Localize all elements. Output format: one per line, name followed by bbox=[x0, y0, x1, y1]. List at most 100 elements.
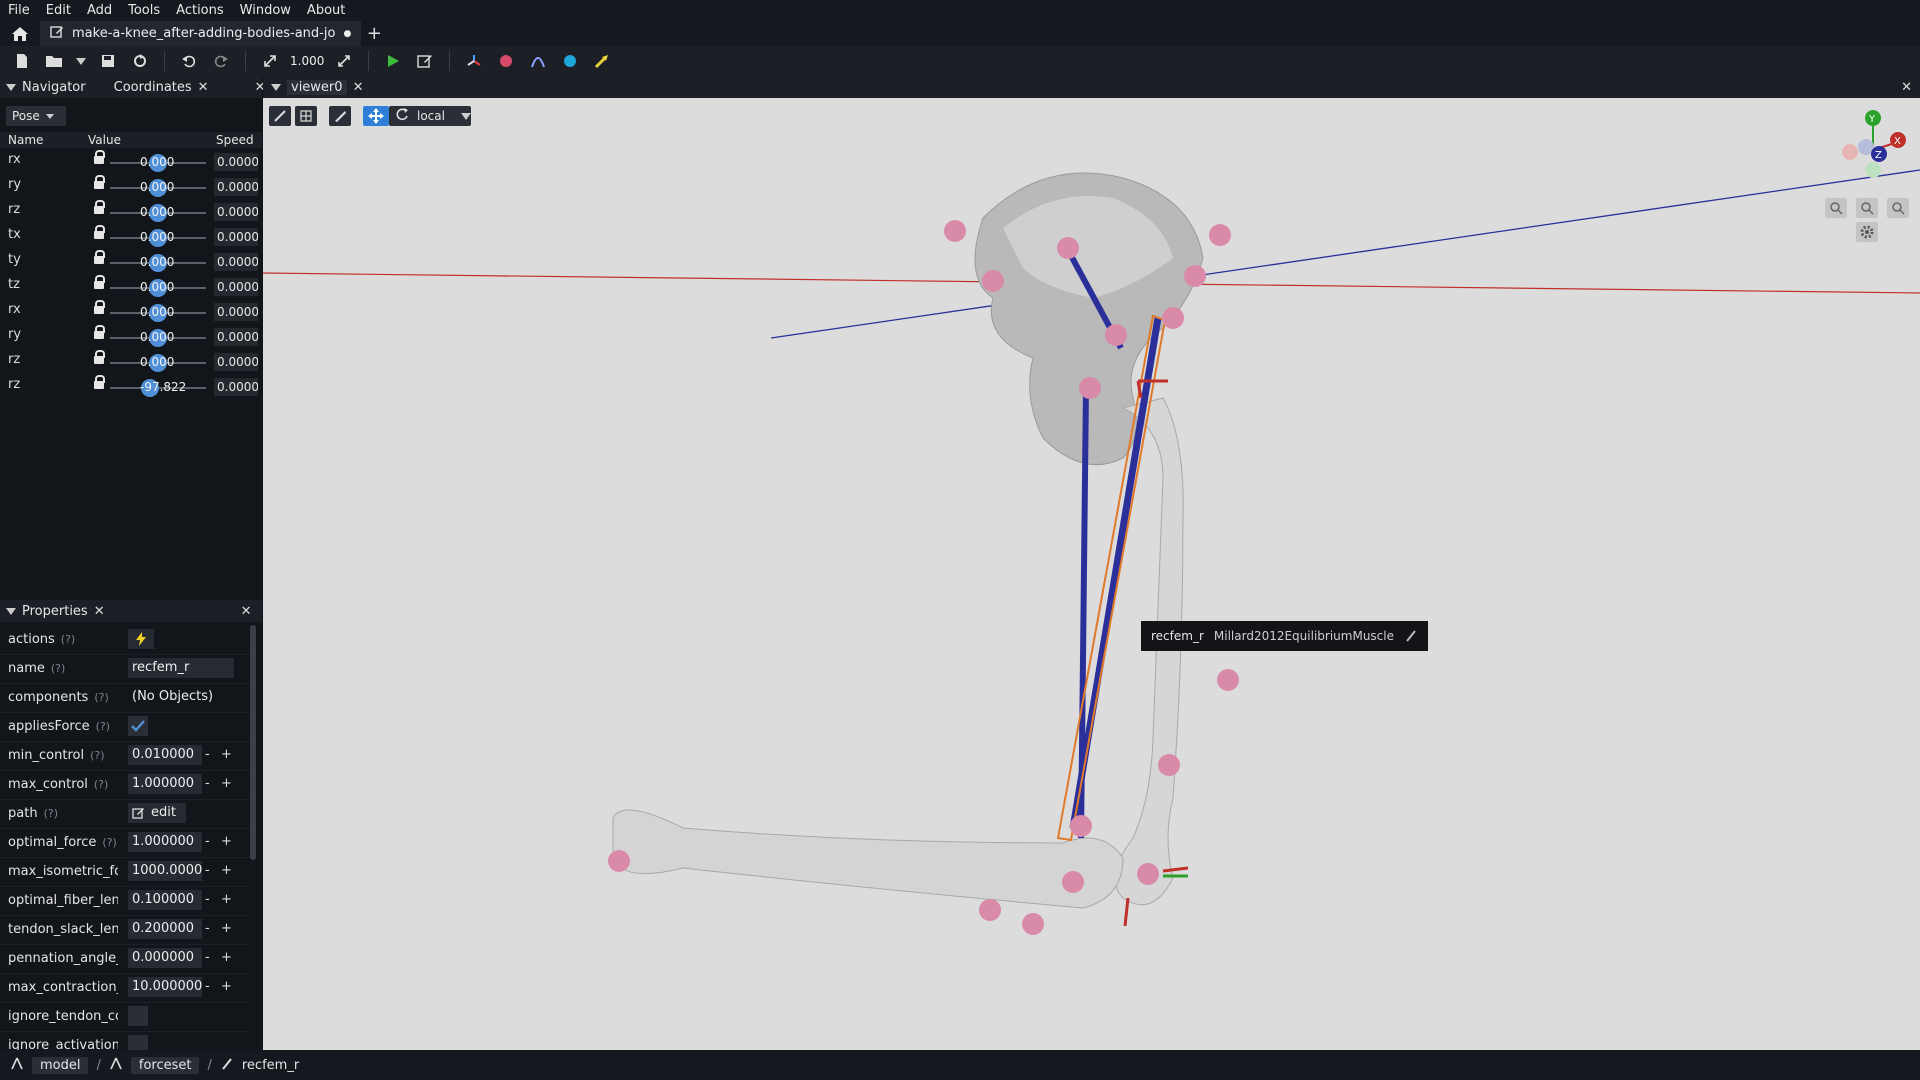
breadcrumb-recfem[interactable]: recfem_r bbox=[242, 1058, 299, 1073]
unlock-icon[interactable] bbox=[94, 225, 105, 239]
tab-coordinates[interactable]: Coordinates bbox=[114, 80, 192, 95]
unlock-icon[interactable] bbox=[94, 200, 105, 214]
expand-icon[interactable] bbox=[330, 49, 358, 73]
number-field[interactable]: 0.010000 bbox=[128, 745, 202, 765]
coordinate-speed-field[interactable]: 0.0000 bbox=[214, 278, 258, 296]
menu-window[interactable]: Window bbox=[232, 3, 299, 18]
properties-scrollbar[interactable] bbox=[250, 625, 256, 860]
breadcrumb-forceset[interactable]: forceset bbox=[130, 1056, 200, 1074]
number-field[interactable]: 1.000000 bbox=[128, 774, 202, 794]
increment-button[interactable]: + bbox=[221, 747, 232, 762]
decrement-button[interactable]: - bbox=[205, 747, 210, 762]
save-icon[interactable] bbox=[94, 49, 122, 73]
menu-tools[interactable]: Tools bbox=[120, 3, 168, 18]
pose-dropdown[interactable]: Pose bbox=[6, 106, 66, 126]
coordinate-speed-field[interactable]: 0.0000 bbox=[214, 178, 258, 196]
close-properties-tab-icon[interactable]: ✕ bbox=[94, 604, 105, 619]
home-icon[interactable] bbox=[0, 21, 40, 46]
redo-icon[interactable] bbox=[207, 49, 235, 73]
scale-factor-value[interactable]: 1.000 bbox=[290, 54, 324, 68]
coordinate-speed-field[interactable]: 0.0000 bbox=[214, 378, 258, 396]
open-folder-icon[interactable] bbox=[40, 49, 68, 73]
number-field[interactable]: 1000.0000 bbox=[128, 861, 202, 881]
applies-force-checkbox[interactable] bbox=[128, 716, 148, 736]
name-field[interactable]: recfem_r bbox=[128, 658, 234, 678]
gear-icon[interactable] bbox=[1856, 222, 1878, 242]
grid-icon[interactable] bbox=[295, 106, 317, 126]
close-viewer-tab-icon[interactable]: ✕ bbox=[353, 80, 364, 95]
decrement-button[interactable]: - bbox=[205, 892, 210, 907]
scale-icon[interactable] bbox=[256, 49, 284, 73]
number-field[interactable]: 1.000000 bbox=[128, 832, 202, 852]
add-frame-icon[interactable] bbox=[460, 49, 488, 73]
unlock-icon[interactable] bbox=[94, 375, 105, 389]
unlock-icon[interactable] bbox=[94, 275, 105, 289]
coordinate-speed-field[interactable]: 0.0000 bbox=[214, 153, 258, 171]
menu-actions[interactable]: Actions bbox=[168, 3, 232, 18]
coordinate-speed-field[interactable]: 0.0000 bbox=[214, 353, 258, 371]
increment-button[interactable]: + bbox=[221, 979, 232, 994]
increment-button[interactable]: + bbox=[221, 950, 232, 965]
add-sphere-icon[interactable] bbox=[556, 49, 584, 73]
add-force-icon[interactable] bbox=[588, 49, 616, 73]
collapse-icon[interactable] bbox=[271, 83, 281, 91]
coordinate-speed-field[interactable]: 0.0000 bbox=[214, 328, 258, 346]
number-field[interactable]: 0.200000 bbox=[128, 919, 202, 939]
add-body-icon[interactable] bbox=[492, 49, 520, 73]
unlock-icon[interactable] bbox=[94, 250, 105, 264]
coordinate-speed-field[interactable]: 0.0000 bbox=[214, 303, 258, 321]
help-marker[interactable]: (?) bbox=[96, 720, 110, 733]
new-file-icon[interactable] bbox=[8, 49, 36, 73]
reload-icon[interactable] bbox=[126, 49, 154, 73]
increment-button[interactable]: + bbox=[221, 863, 232, 878]
menu-file[interactable]: File bbox=[0, 3, 38, 18]
measure-icon[interactable] bbox=[269, 106, 291, 126]
decrement-button[interactable]: - bbox=[205, 921, 210, 936]
open-dropdown-icon[interactable] bbox=[72, 49, 90, 73]
decrement-button[interactable]: - bbox=[205, 776, 210, 791]
unlock-icon[interactable] bbox=[94, 350, 105, 364]
help-marker[interactable]: (?) bbox=[51, 662, 65, 675]
decrement-button[interactable]: - bbox=[205, 979, 210, 994]
translate-tool-icon[interactable] bbox=[363, 106, 389, 126]
add-muscle-icon[interactable] bbox=[524, 49, 552, 73]
increment-button[interactable]: + bbox=[221, 776, 232, 791]
number-field[interactable]: 0.100000 bbox=[128, 890, 202, 910]
close-panel-icon[interactable]: ✕ bbox=[241, 604, 252, 619]
increment-button[interactable]: + bbox=[221, 921, 232, 936]
property-checkbox[interactable] bbox=[128, 1035, 148, 1050]
close-viewer-panel-icon[interactable]: ✕ bbox=[1901, 80, 1912, 95]
actions-button[interactable] bbox=[128, 629, 154, 649]
unlock-icon[interactable] bbox=[94, 300, 105, 314]
document-tab[interactable]: make-a-knee_after-adding-bodies-and-jo ● bbox=[40, 21, 362, 46]
help-marker[interactable]: (?) bbox=[102, 836, 116, 849]
zoom-fit-icon[interactable] bbox=[1887, 198, 1909, 218]
unlock-icon[interactable] bbox=[94, 175, 105, 189]
close-coordinates-tab-icon[interactable]: ✕ bbox=[198, 80, 209, 95]
decrement-button[interactable]: - bbox=[205, 950, 210, 965]
tab-viewer0[interactable]: viewer0 bbox=[287, 79, 347, 95]
number-field[interactable]: 0.000000 bbox=[128, 948, 202, 968]
property-checkbox[interactable] bbox=[128, 1006, 148, 1026]
menu-edit[interactable]: Edit bbox=[38, 3, 79, 18]
zoom-in-icon[interactable] bbox=[1856, 198, 1878, 218]
3d-viewer[interactable]: local Y X Z recfem_r Millard2012Equilibr… bbox=[263, 98, 1920, 1050]
collapse-icon[interactable] bbox=[6, 607, 16, 615]
breadcrumb-model[interactable]: model bbox=[32, 1056, 89, 1074]
number-field[interactable]: 10.000000 bbox=[128, 977, 202, 997]
increment-button[interactable]: + bbox=[221, 892, 232, 907]
unlock-icon[interactable] bbox=[94, 325, 105, 339]
decrement-button[interactable]: - bbox=[205, 863, 210, 878]
edit-model-icon[interactable] bbox=[411, 49, 439, 73]
tab-navigator[interactable]: Navigator bbox=[22, 80, 86, 95]
help-marker[interactable]: (?) bbox=[61, 633, 75, 646]
menu-add[interactable]: Add bbox=[79, 3, 120, 18]
zoom-out-icon[interactable] bbox=[1825, 198, 1847, 218]
undo-icon[interactable] bbox=[175, 49, 203, 73]
help-marker[interactable]: (?) bbox=[90, 749, 104, 762]
axis-gizmo[interactable]: Y X Z bbox=[1833, 108, 1913, 198]
decrement-button[interactable]: - bbox=[205, 834, 210, 849]
path-edit-button[interactable]: edit bbox=[128, 803, 186, 823]
help-marker[interactable]: (?) bbox=[44, 807, 58, 820]
scene[interactable] bbox=[263, 98, 1920, 1050]
